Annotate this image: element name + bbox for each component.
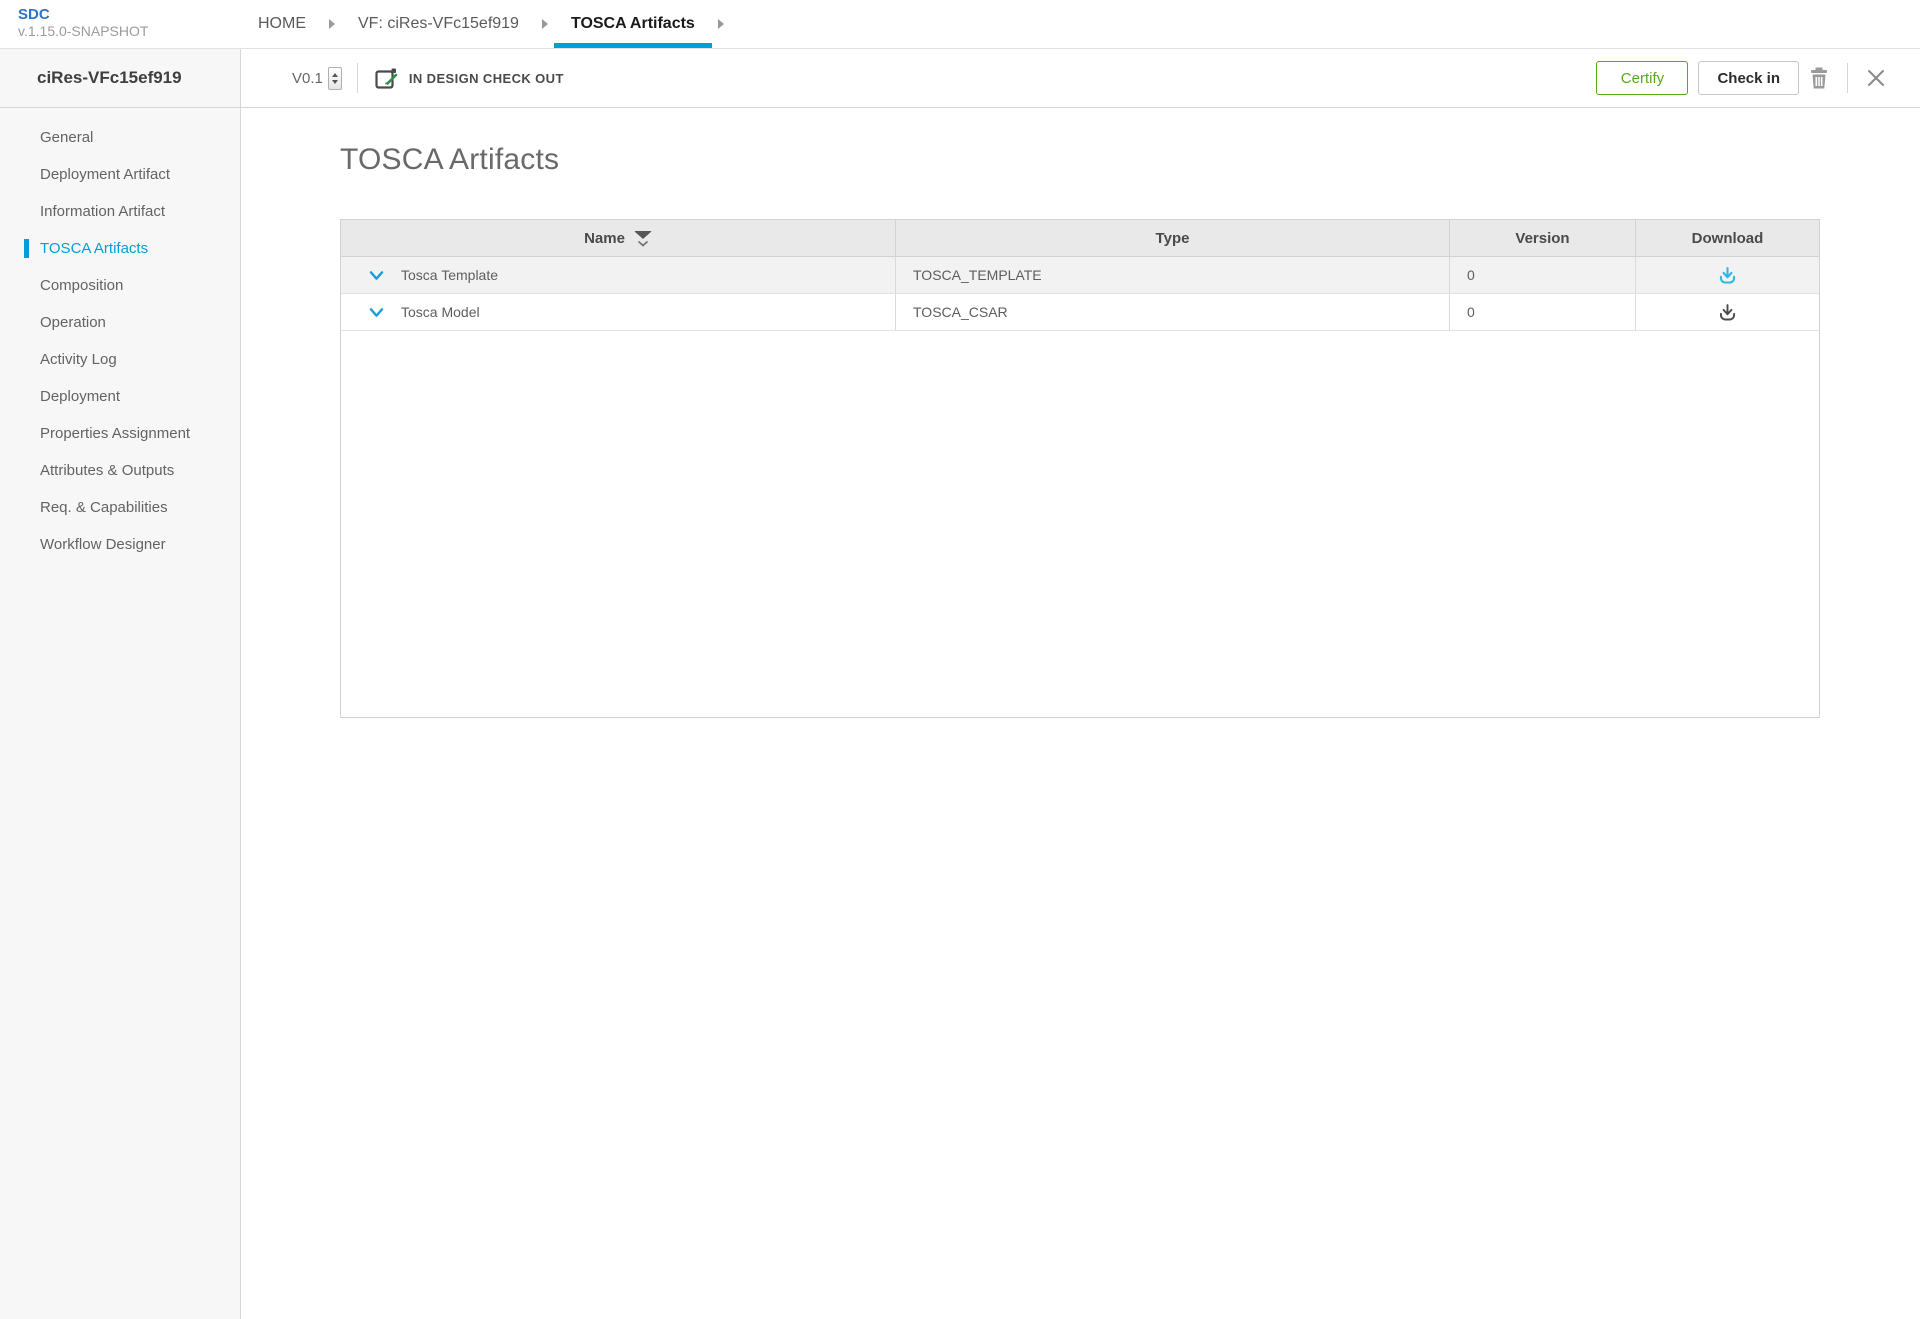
chevron-down-icon <box>367 303 386 322</box>
version-spinner[interactable] <box>328 67 342 90</box>
top-bar: SDC v.1.15.0-SNAPSHOT HOME VF: ciRes-VFc… <box>0 0 1920 49</box>
page-body: TOSCA Artifacts Name Type Versio <box>241 108 1920 718</box>
logo-text: SDC <box>18 6 241 23</box>
breadcrumb-item-vf[interactable]: VF: ciRes-VFc15ef919 <box>341 0 536 48</box>
download-icon <box>1717 265 1738 286</box>
version-label: V0.1 <box>292 70 323 87</box>
build-version: v.1.15.0-SNAPSHOT <box>18 23 241 39</box>
checkout-pencil-icon <box>373 65 400 92</box>
sidebar-item-general[interactable]: General <box>0 119 240 156</box>
table-row: Tosca Template TOSCA_TEMPLATE 0 <box>341 257 1819 294</box>
certify-button[interactable]: Certify <box>1596 61 1688 95</box>
divider <box>1847 63 1848 93</box>
sidebar-item-activity-log[interactable]: Activity Log <box>0 341 240 378</box>
sidebar: ciRes-VFc15ef919 General Deployment Arti… <box>0 49 241 1319</box>
chevron-down-icon <box>367 266 386 285</box>
spinner-up-icon <box>332 73 338 77</box>
column-header-name[interactable]: Name <box>341 220 895 256</box>
artifact-type-cell: TOSCA_CSAR <box>895 294 1449 330</box>
download-button[interactable] <box>1717 302 1738 323</box>
workspace-header: V0.1 IN DESIGN CHECK OUT Certify <box>241 49 1920 108</box>
breadcrumb-item-tosca-artifacts[interactable]: TOSCA Artifacts <box>554 0 712 48</box>
close-button[interactable] <box>1856 61 1896 95</box>
resource-name: ciRes-VFc15ef919 <box>0 49 240 108</box>
breadcrumb: HOME VF: ciRes-VFc15ef919 TOSCA Artifact… <box>241 0 730 48</box>
artifact-name: Tosca Template <box>401 267 498 283</box>
artifact-name-cell: Tosca Template <box>341 257 895 293</box>
download-button[interactable] <box>1717 265 1738 286</box>
breadcrumb-arrow-icon <box>712 0 730 48</box>
table-header-row: Name Type Version Download <box>341 220 1819 257</box>
artifact-download-cell <box>1635 257 1819 293</box>
column-header-version[interactable]: Version <box>1449 220 1635 256</box>
content-area: V0.1 IN DESIGN CHECK OUT Certify <box>241 49 1920 1319</box>
delete-button[interactable] <box>1799 61 1839 95</box>
artifact-name-cell: Tosca Model <box>341 294 895 330</box>
expand-row-button[interactable] <box>367 303 386 322</box>
sidebar-item-workflow-designer[interactable]: Workflow Designer <box>0 526 240 563</box>
sort-filter-icon[interactable] <box>634 231 652 247</box>
sidebar-item-deployment-artifact[interactable]: Deployment Artifact <box>0 156 240 193</box>
sidebar-menu: General Deployment Artifact Information … <box>0 108 240 563</box>
sidebar-item-req-capabilities[interactable]: Req. & Capabilities <box>0 489 240 526</box>
column-header-download[interactable]: Download <box>1635 220 1819 256</box>
column-header-type[interactable]: Type <box>895 220 1449 256</box>
artifact-name: Tosca Model <box>401 304 480 320</box>
download-icon <box>1717 302 1738 323</box>
page-title: TOSCA Artifacts <box>340 143 1920 177</box>
trash-icon <box>1807 65 1831 91</box>
sidebar-item-composition[interactable]: Composition <box>0 267 240 304</box>
sidebar-item-information-artifact[interactable]: Information Artifact <box>0 193 240 230</box>
divider <box>357 63 358 93</box>
lifecycle-status: IN DESIGN CHECK OUT <box>409 71 564 86</box>
sidebar-item-operation[interactable]: Operation <box>0 304 240 341</box>
checkin-button[interactable]: Check in <box>1698 61 1799 95</box>
close-icon <box>1866 68 1886 88</box>
breadcrumb-item-home[interactable]: HOME <box>241 0 323 48</box>
artifact-type-cell: TOSCA_TEMPLATE <box>895 257 1449 293</box>
spinner-down-icon <box>332 80 338 84</box>
sidebar-item-attributes-outputs[interactable]: Attributes & Outputs <box>0 452 240 489</box>
artifact-version-cell: 0 <box>1449 257 1635 293</box>
breadcrumb-arrow-icon <box>323 0 341 48</box>
artifact-version-cell: 0 <box>1449 294 1635 330</box>
table-row: Tosca Model TOSCA_CSAR 0 <box>341 294 1819 331</box>
sidebar-item-tosca-artifacts[interactable]: TOSCA Artifacts <box>0 230 240 267</box>
expand-row-button[interactable] <box>367 266 386 285</box>
sidebar-item-properties-assignment[interactable]: Properties Assignment <box>0 415 240 452</box>
artifacts-table: Name Type Version Download <box>340 219 1820 718</box>
artifact-download-cell <box>1635 294 1819 330</box>
breadcrumb-arrow-icon <box>536 0 554 48</box>
sidebar-item-deployment[interactable]: Deployment <box>0 378 240 415</box>
sdc-logo: SDC v.1.15.0-SNAPSHOT <box>0 0 241 48</box>
